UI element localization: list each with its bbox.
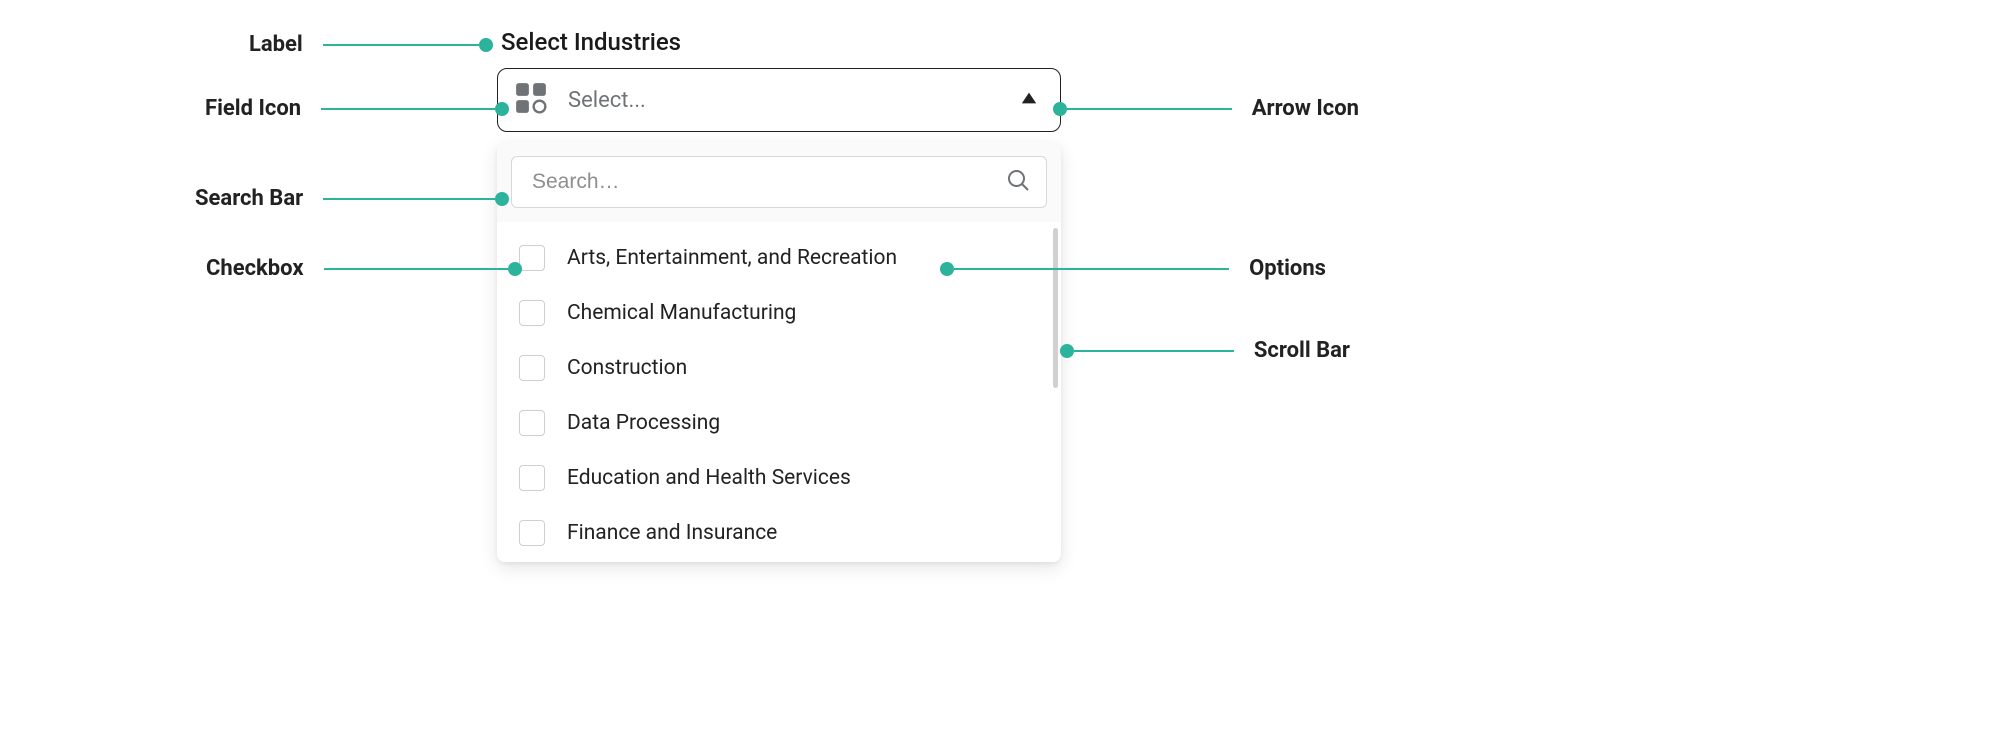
search-input-container[interactable] — [511, 156, 1047, 208]
annotation-line — [1074, 350, 1234, 352]
annotation-line — [323, 198, 495, 200]
annotation-line — [321, 108, 495, 110]
option-label: Arts, Entertainment, and Recreation — [567, 246, 897, 270]
option-item[interactable]: Education and Health Services — [497, 450, 1061, 505]
option-item[interactable]: Construction — [497, 340, 1061, 395]
select-field[interactable]: Select... — [497, 68, 1061, 132]
option-checkbox[interactable] — [519, 355, 545, 381]
option-checkbox[interactable] — [519, 520, 545, 546]
option-checkbox[interactable] — [519, 410, 545, 436]
multiselect-component: Select Industries Select... — [497, 28, 1061, 562]
search-icon — [1006, 168, 1030, 196]
option-item[interactable]: Data Processing — [497, 395, 1061, 450]
option-item[interactable]: Chemical Manufacturing — [497, 285, 1061, 340]
annotation-search-bar: Search Bar — [195, 186, 509, 211]
option-checkbox[interactable] — [519, 245, 545, 271]
annotation-text: Field Icon — [205, 96, 301, 121]
annotation-dot-icon — [479, 38, 493, 52]
field-label: Select Industries — [497, 28, 1061, 56]
grid-icon — [514, 81, 548, 119]
option-label: Chemical Manufacturing — [567, 301, 796, 325]
annotation-label: Label — [249, 32, 493, 57]
annotation-text: Scroll Bar — [1254, 338, 1350, 363]
option-label: Construction — [567, 356, 687, 380]
option-checkbox[interactable] — [519, 465, 545, 491]
option-label: Finance and Insurance — [567, 521, 777, 545]
option-item[interactable]: Finance and Insurance — [497, 505, 1061, 560]
annotation-dot-icon — [940, 262, 954, 276]
annotation-text: Options — [1249, 256, 1326, 281]
annotation-line — [954, 268, 1229, 270]
scrollbar-thumb[interactable] — [1053, 228, 1058, 388]
annotation-scroll-bar: Scroll Bar — [1060, 338, 1350, 363]
annotation-checkbox: Checkbox — [206, 256, 522, 281]
search-input[interactable] — [532, 170, 1006, 194]
annotation-dot-icon — [1053, 102, 1067, 116]
annotation-text: Checkbox — [206, 256, 304, 281]
option-label: Education and Health Services — [567, 466, 851, 490]
annotation-text: Search Bar — [195, 186, 303, 211]
search-bar — [497, 142, 1061, 222]
annotation-arrow-icon: Arrow Icon — [1053, 96, 1359, 121]
annotation-line — [323, 44, 479, 46]
annotation-options: Options — [940, 256, 1326, 281]
select-placeholder: Select... — [568, 88, 1000, 113]
annotation-text: Arrow Icon — [1252, 96, 1359, 121]
annotation-dot-icon — [495, 192, 509, 206]
annotation-dot-icon — [1060, 344, 1074, 358]
chevron-up-icon[interactable] — [1020, 89, 1038, 111]
annotation-dot-icon — [495, 102, 509, 116]
annotation-line — [324, 268, 508, 270]
annotation-line — [1067, 108, 1232, 110]
annotation-dot-icon — [508, 262, 522, 276]
option-label: Data Processing — [567, 411, 720, 435]
dropdown-panel: Arts, Entertainment, and Recreation Chem… — [497, 142, 1061, 562]
annotation-field-icon: Field Icon — [205, 96, 509, 121]
annotation-text: Label — [249, 32, 303, 57]
option-checkbox[interactable] — [519, 300, 545, 326]
